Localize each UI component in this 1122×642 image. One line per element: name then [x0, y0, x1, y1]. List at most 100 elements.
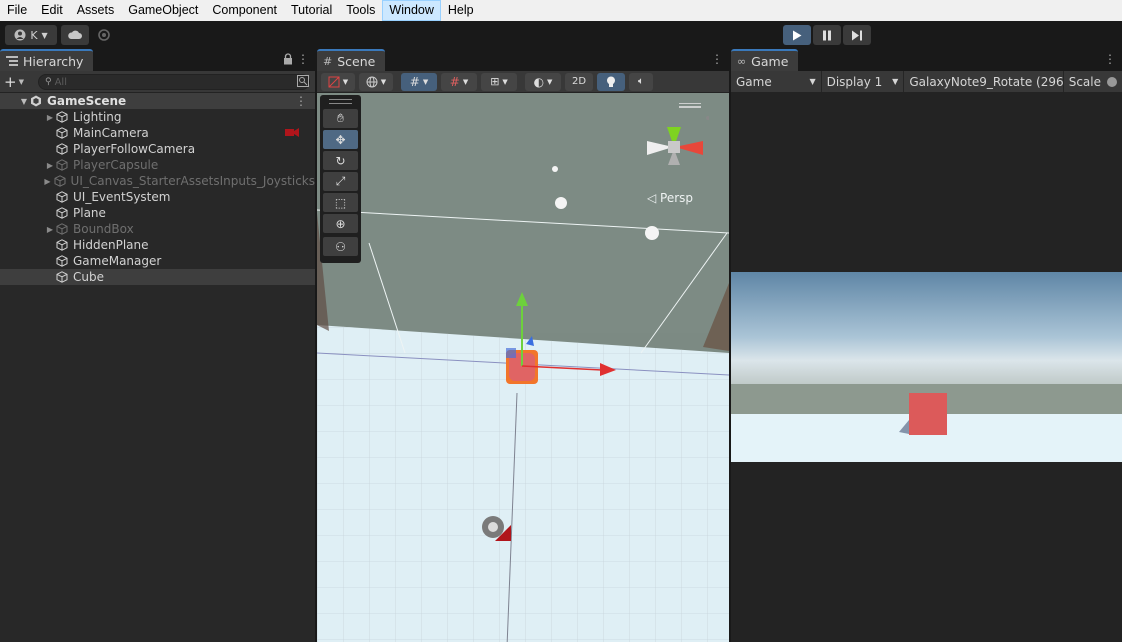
cloud-icon [68, 30, 82, 39]
gameobject-cube-icon [56, 255, 68, 267]
snap-increment-dropdown[interactable]: # ▼ [441, 72, 477, 91]
persp-label[interactable]: ◁ Persp [647, 191, 693, 205]
menu-window[interactable]: Window [382, 0, 441, 21]
chevron-down-icon: ▼ [892, 77, 899, 86]
hierarchy-row[interactable]: GameManager [0, 253, 315, 269]
kebab-menu-icon[interactable]: ⋮ [1104, 52, 1116, 66]
scene-root-row[interactable]: ▼ GameScene ⋮ [0, 93, 315, 109]
account-label: K [30, 28, 38, 42]
2d-toggle[interactable]: 2D [565, 72, 593, 91]
fold-closed-icon[interactable]: ▶ [0, 225, 56, 234]
game-view-label: Game [736, 74, 772, 89]
rotate-tool-button[interactable]: ↻ [323, 151, 358, 170]
gameobject-icon [56, 111, 73, 123]
hierarchy-search-input[interactable]: ⚲ All [38, 74, 310, 90]
menu-file[interactable]: File [0, 0, 34, 21]
cloud-button[interactable] [61, 25, 89, 45]
transform-tool-button[interactable]: ⊕ [323, 214, 358, 233]
menu-edit[interactable]: Edit [34, 0, 70, 21]
menu-gameobject[interactable]: GameObject [121, 0, 205, 21]
tab-hierarchy[interactable]: Hierarchy [0, 49, 94, 71]
tab-scene[interactable]: # Scene [317, 49, 386, 71]
custom-tool-button[interactable]: ⚇ [323, 237, 358, 256]
audio-toggle[interactable]: 🔈︎ [629, 72, 653, 91]
fold-closed-icon[interactable]: ▶ [0, 177, 54, 186]
palette-grip[interactable] [329, 99, 352, 104]
game-tabbar: ∞ Game ⋮ [731, 49, 1122, 71]
play-button[interactable] [783, 25, 811, 45]
move-tool-button[interactable]: ✥ [323, 130, 358, 149]
tab-game-label: Game [751, 53, 789, 69]
display-dropdown[interactable]: Display 1 ▼ [822, 71, 905, 92]
scale-tool-button[interactable]: ⤢ [323, 172, 358, 191]
menu-assets[interactable]: Assets [70, 0, 122, 21]
hierarchy-item-label: UI_EventSystem [73, 190, 171, 204]
orientation-gizmo[interactable] [639, 103, 709, 183]
scene-visibility-dropdown[interactable]: ⊞ ▼ [481, 72, 517, 91]
gameobject-cube-icon [56, 271, 68, 283]
lightbulb-icon [607, 76, 615, 87]
hierarchy-row[interactable]: ▶ UI_Canvas_StarterAssetsInputs_Joysticks [0, 173, 315, 189]
pause-button[interactable] [813, 25, 841, 45]
rect-icon: ⬚ [334, 195, 347, 210]
chevron-down-icon[interactable]: ▼ [19, 78, 24, 86]
hierarchy-item-label: BoundBox [73, 222, 134, 236]
menu-component[interactable]: Component [205, 0, 284, 21]
hierarchy-row[interactable]: UI_EventSystem [0, 189, 315, 205]
hierarchy-row[interactable]: HiddenPlane [0, 237, 315, 253]
scene-panel: # Scene ⋮ ▼ ▼ # ▼ # ▼ ⊞ ▼ ◐ ▼ 2D 🔈︎ ◁ Pe… [317, 49, 729, 642]
step-icon [852, 30, 862, 40]
search-icon: ⚲ [45, 77, 52, 87]
kebab-menu-icon[interactable]: ⋮ [711, 52, 723, 66]
scene-viewport[interactable]: ◁ Persp ✋︎ ✥ ↻ ⤢ ⬚ ⊕ ⚇ [317, 93, 729, 642]
collab-button[interactable] [93, 25, 115, 45]
kebab-menu-icon[interactable]: ⋮ [295, 94, 307, 108]
hierarchy-row[interactable]: ▶ Lighting [0, 109, 315, 125]
grid-snap-toggle[interactable]: # ▼ [401, 72, 437, 91]
fold-closed-icon[interactable]: ▶ [0, 113, 56, 122]
hierarchy-row[interactable]: PlayerFollowCamera [0, 141, 315, 157]
search-filter-icon[interactable] [297, 75, 309, 90]
render-mode-dropdown[interactable]: ◐ ▼ [525, 72, 561, 91]
hierarchy-panel: Hierarchy ⋮ + ▼ ⚲ All ▼ GameScene ⋮ ▶ Lig… [0, 49, 315, 642]
gameobject-icon [56, 191, 73, 203]
rect-tool-button[interactable]: ⬚ [323, 193, 358, 212]
add-icon[interactable]: + [4, 73, 17, 91]
hierarchy-subbar: + ▼ ⚲ All [0, 71, 315, 93]
resolution-dropdown[interactable]: GalaxyNote9_Rotate (296 [904, 71, 1064, 92]
gameobject-icon [56, 159, 73, 171]
lighting-toggle[interactable] [597, 72, 625, 91]
hierarchy-item-label: MainCamera [73, 126, 149, 140]
tab-game[interactable]: ∞ Game [731, 49, 799, 71]
gameobject-icon [54, 175, 71, 187]
hierarchy-row[interactable]: Plane [0, 205, 315, 221]
step-button[interactable] [843, 25, 871, 45]
collab-icon [98, 29, 110, 41]
chevron-down-icon: ▼ [422, 77, 429, 86]
menu-tutorial[interactable]: Tutorial [284, 0, 339, 21]
hierarchy-item-label: Lighting [73, 110, 122, 124]
game-view-dropdown[interactable]: Game ▼ [731, 71, 822, 92]
hierarchy-row[interactable]: ▶ BoundBox [0, 221, 315, 237]
gameobject-cube-icon [54, 175, 66, 187]
gameobject-icon [56, 207, 73, 219]
lock-icon[interactable] [283, 53, 293, 68]
menu-tools[interactable]: Tools [339, 0, 382, 21]
fold-closed-icon[interactable]: ▶ [0, 161, 56, 170]
game-viewport[interactable] [731, 93, 1122, 642]
kebab-menu-icon[interactable]: ⋮ [297, 52, 309, 66]
shaded-mode-icon [328, 76, 340, 87]
chevron-down-icon: ▼ [547, 77, 553, 86]
hierarchy-row[interactable]: MainCamera [0, 125, 315, 141]
account-dropdown[interactable]: K ▼ [5, 25, 57, 45]
gizmo-globe-dropdown[interactable]: ▼ [359, 72, 393, 91]
hierarchy-row[interactable]: Cube [0, 269, 315, 285]
menu-help[interactable]: Help [441, 0, 481, 21]
scale-slider[interactable]: Scale [1064, 71, 1122, 92]
fold-open-icon[interactable]: ▼ [0, 97, 30, 106]
gameobject-cube-icon [56, 239, 68, 251]
draw-mode-dropdown[interactable]: ▼ [321, 72, 355, 91]
slider-handle[interactable] [1107, 76, 1117, 87]
hierarchy-row[interactable]: ▶ PlayerCapsule [0, 157, 315, 173]
hand-tool-button[interactable]: ✋︎ [323, 109, 358, 128]
